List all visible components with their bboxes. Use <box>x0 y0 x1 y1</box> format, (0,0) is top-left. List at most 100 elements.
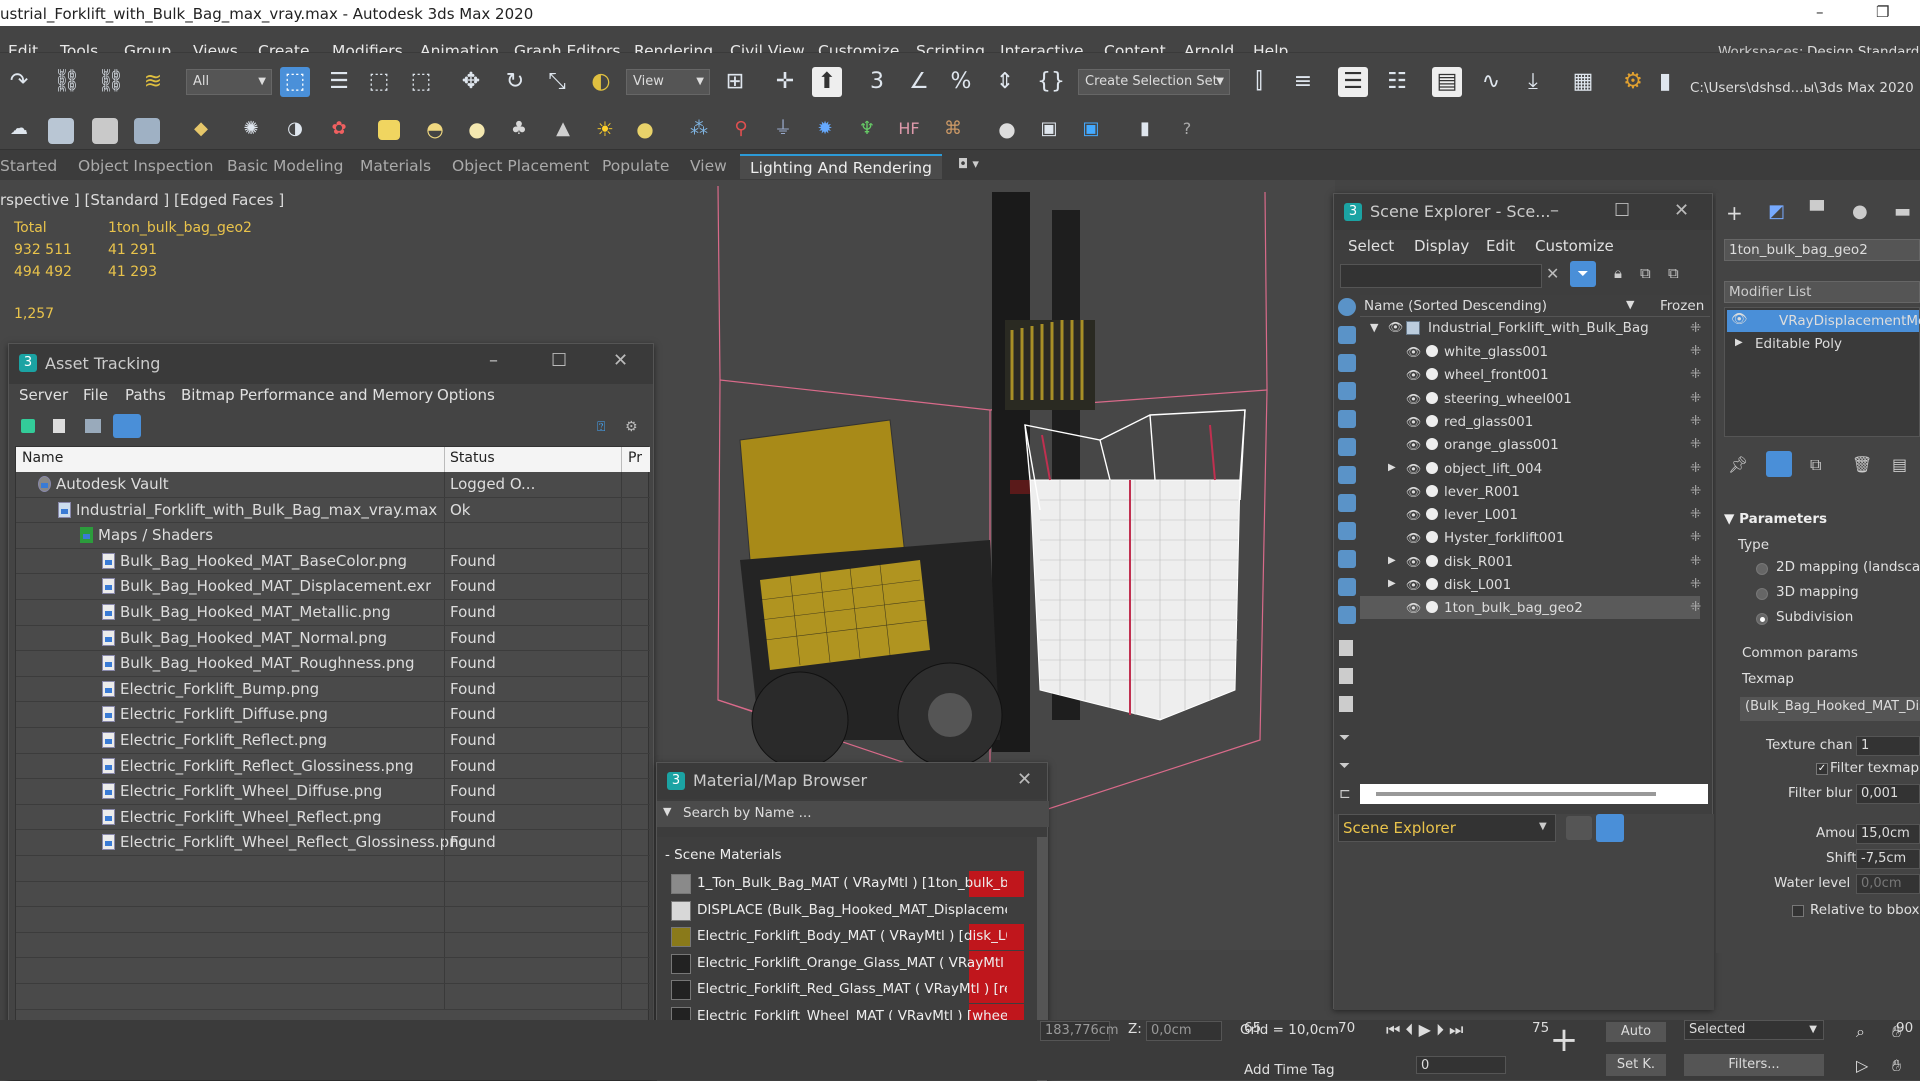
vray-light-icon[interactable] <box>378 120 400 140</box>
group-filter-icon[interactable] <box>1338 466 1356 484</box>
vray-sphere-icon[interactable]: ✹ <box>810 114 840 144</box>
menu-bitmap-performance[interactable]: Bitmap Performance and Memory <box>181 386 433 404</box>
keyboard-shortcut-icon[interactable]: ⬆ <box>812 67 842 97</box>
parameters-rollout-title[interactable]: ▼ Parameters <box>1724 511 1827 527</box>
vray-hair-icon[interactable]: HF <box>894 114 924 144</box>
unlink-icon[interactable]: ⛓ <box>96 67 126 97</box>
tab-view[interactable]: View <box>690 157 727 175</box>
render-toggle-icon[interactable] <box>1426 438 1438 451</box>
expand-arrow-icon[interactable]: ▶ <box>1388 555 1396 566</box>
freeze-icon[interactable]: ⁜ <box>1690 529 1701 545</box>
zoom-icon[interactable]: ⌕ <box>1856 1022 1865 1042</box>
se-item[interactable]: 👁︎ 1ton_bulk_bag_geo2 ⁜ <box>1360 596 1701 620</box>
percent-snap-icon[interactable]: % <box>946 67 976 97</box>
render-icon[interactable]: ▮ <box>1650 67 1680 97</box>
modifier-vray-displacement[interactable]: 👁︎ VRayDisplacementMod <box>1727 310 1920 332</box>
material-item[interactable]: 1_Ton_Bulk_Bag_MAT ( VRayMtl ) [1ton_bul… <box>669 871 1024 897</box>
se-explorer-dropdown[interactable]: Scene Explorer ▼ <box>1338 814 1556 842</box>
vray-clipper-icon[interactable]: ♆ <box>852 114 882 144</box>
collapse-arrow-icon[interactable]: ▼ <box>1370 321 1378 334</box>
display-tab-icon[interactable]: ▬ <box>1894 201 1911 222</box>
select-by-name-icon[interactable]: ☰ <box>324 67 354 97</box>
material-item[interactable]: Electric_Forklift_Body_MAT ( VRayMtl ) [… <box>669 924 1024 950</box>
layer-explorer-icon[interactable] <box>1566 816 1592 840</box>
se-item[interactable]: 👁︎ steering_wheel001 ⁜ <box>1360 387 1701 410</box>
material-item[interactable]: Electric_Forklift_Red_Glass_MAT ( VRayMt… <box>669 977 1024 1003</box>
radio-subdivision[interactable] <box>1756 613 1768 625</box>
pin-stack-icon[interactable]: 📌︎ <box>1728 455 1748 474</box>
asset-row[interactable]: Bulk_Bag_Hooked_MAT_BaseColor.png Found <box>16 548 650 575</box>
helper-filter-icon[interactable] <box>1338 410 1356 428</box>
light-lister-icon[interactable]: ✿ <box>324 114 354 144</box>
menu-options[interactable]: Options <box>437 386 495 404</box>
minimize-icon[interactable]: – <box>1550 200 1559 221</box>
ies-light-icon[interactable]: ◑ <box>280 114 310 144</box>
tab-object-placement[interactable]: Object Placement <box>452 157 589 175</box>
asset-row[interactable]: Electric_Forklift_Diffuse.png Found <box>16 702 650 728</box>
freeze-icon[interactable]: ⁜ <box>1690 436 1701 452</box>
freeze-icon[interactable]: ⁜ <box>1690 483 1701 499</box>
se-root-row[interactable]: ▼ 👁︎ Industrial_Forklift_with_Bulk_Bag ⁜ <box>1360 317 1701 340</box>
key-filter-dropdown[interactable]: Selected ▼ <box>1684 1020 1824 1040</box>
orbit-icon[interactable]: ✋︎ <box>1892 1056 1901 1076</box>
tab-basic-modeling[interactable]: Basic Modeling <box>227 157 343 175</box>
list-view-icon[interactable] <box>53 419 65 433</box>
frozen-filter-icon[interactable] <box>1338 578 1356 596</box>
eye-icon[interactable]: 👁︎ <box>1406 485 1421 499</box>
vray-ambient-icon[interactable]: ● <box>630 114 660 144</box>
project-path[interactable]: C:\Users\dshsd...ы\3ds Max 2020 <box>1690 80 1914 96</box>
se-menu-customize[interactable]: Customize <box>1535 237 1614 255</box>
filter-icon[interactable]: ⏷ <box>1570 261 1596 287</box>
modifier-editable-poly[interactable]: ▶ Editable Poly <box>1727 334 1919 356</box>
col-name[interactable]: Name <box>22 450 63 466</box>
light-filter-icon[interactable] <box>1338 354 1356 372</box>
table-view-icon[interactable] <box>113 414 141 438</box>
spotlight-icon[interactable]: ✺ <box>236 114 266 144</box>
vray-render-sphere-icon[interactable]: ● <box>992 114 1022 144</box>
se-item[interactable]: ▶ 👁︎ object_lift_004 ⁜ <box>1360 457 1701 480</box>
maximize-icon[interactable]: ☐ <box>551 350 567 371</box>
relative-bbox-checkbox[interactable] <box>1792 905 1804 917</box>
lighting-tools-icon[interactable]: ◆ <box>186 114 216 144</box>
freeze-icon[interactable]: ⁜ <box>1690 343 1701 359</box>
asset-row[interactable]: Electric_Forklift_Wheel_Diffuse.png Found <box>16 779 650 805</box>
shift-input[interactable]: -7,5cm <box>1856 849 1920 869</box>
eye-icon[interactable]: 👁︎ <box>1406 438 1421 452</box>
help-icon[interactable]: ? <box>1172 114 1202 144</box>
asset-row[interactable]: Industrial_Forklift_with_Bulk_Bag_max_vr… <box>16 497 650 524</box>
configure-sets-icon[interactable]: ▤ <box>1892 455 1907 474</box>
zoom-extents-icon[interactable]: ▷ <box>1856 1056 1868 1075</box>
curve-editor-icon[interactable]: ∿ <box>1476 67 1506 97</box>
add-key-icon[interactable]: + <box>1546 1023 1582 1060</box>
reference-coord-dropdown[interactable]: View ▼ <box>626 69 710 95</box>
scene-explorer-toggle-icon[interactable]: ☰ <box>1338 67 1368 97</box>
viewport-label[interactable]: rspective ] [Standard ] [Edged Faces ] <box>0 191 284 209</box>
se-item[interactable]: 👁︎ red_glass001 ⁜ <box>1360 410 1701 433</box>
funnel-icon[interactable]: ⏷ <box>1339 730 1350 746</box>
menu-paths[interactable]: Paths <box>125 386 166 404</box>
cloud-icon[interactable]: ☁ <box>4 114 34 144</box>
se-col-name[interactable]: Name (Sorted Descending) <box>1364 298 1547 314</box>
expand-arrow-icon[interactable]: ▶ <box>1388 578 1396 589</box>
modifier-list-dropdown[interactable]: Modifier List <box>1724 281 1920 303</box>
bone-filter-icon[interactable] <box>1338 522 1356 540</box>
expand-arrow-icon[interactable]: ▶ <box>1388 462 1396 473</box>
thumbnail-view-icon[interactable] <box>85 419 101 433</box>
hierarchy-tab-icon[interactable]: ▀ <box>1810 201 1824 222</box>
lock-icon[interactable]: 🔒︎ <box>1614 264 1622 282</box>
render-toggle-icon[interactable] <box>1426 601 1438 614</box>
eye-icon[interactable]: 👁︎ <box>1388 320 1403 334</box>
vray-fur-icon[interactable]: ⚲ <box>726 114 756 144</box>
vray-mesh-light-icon[interactable]: ♣ <box>504 114 534 144</box>
se-item[interactable]: 👁︎ orange_glass001 ⁜ <box>1360 433 1701 456</box>
spinner-snap-icon[interactable]: ⇕ <box>990 67 1020 97</box>
eye-icon[interactable]: 👁︎ <box>1406 368 1421 382</box>
asset-row[interactable]: Electric_Forklift_Reflect_Glossiness.png… <box>16 753 650 780</box>
texture-chan-input[interactable]: 1 <box>1856 736 1920 756</box>
motion-tab-icon[interactable]: ● <box>1852 201 1868 222</box>
xref-filter-icon[interactable] <box>1338 494 1356 512</box>
container-filter-icon[interactable] <box>1338 550 1356 568</box>
freeze-icon[interactable]: ⁜ <box>1690 320 1701 336</box>
eye-icon[interactable]: 👁︎ <box>1406 345 1421 359</box>
edit-named-sets-icon[interactable]: {} <box>1036 67 1066 97</box>
